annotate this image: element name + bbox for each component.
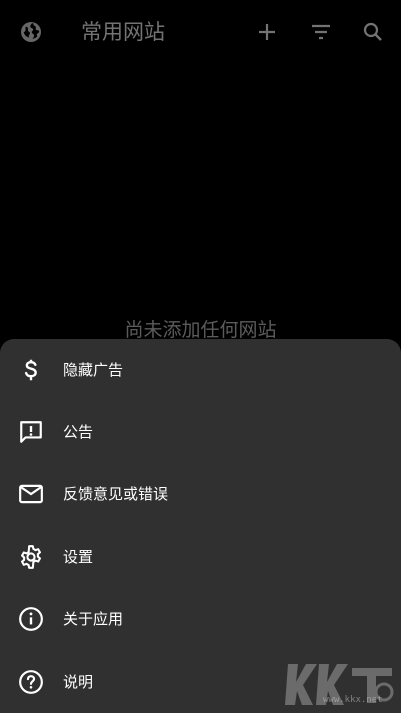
app-window: 常用网站 尚未添加任何网站 隐藏广告 公告 反馈意见或错误 设置 关于应用 说明…: [0, 0, 401, 713]
menu-item-label: 公告: [63, 423, 94, 441]
bottom-sheet-menu: 隐藏广告 公告 反馈意见或错误 设置 关于应用 说明: [0, 339, 401, 713]
menu-item-label: 设置: [63, 548, 94, 566]
menu-item-label: 关于应用: [63, 610, 124, 628]
menu-item-hide-ads[interactable]: 隐藏广告: [0, 339, 401, 401]
announcement-icon: [18, 419, 44, 445]
menu-item-about[interactable]: 关于应用: [0, 588, 401, 650]
menu-item-settings[interactable]: 设置: [0, 526, 401, 588]
dollar-icon: [18, 357, 44, 383]
menu-item-label: 反馈意见或错误: [63, 485, 169, 503]
help-icon: [18, 669, 44, 695]
mail-icon: [18, 481, 44, 507]
gear-icon: [18, 544, 44, 570]
menu-item-label: 说明: [63, 673, 94, 691]
watermark-url: www.kkx.net: [323, 695, 383, 705]
menu-item-label: 隐藏广告: [63, 361, 124, 379]
menu-item-announcement[interactable]: 公告: [0, 401, 401, 463]
menu-item-feedback[interactable]: 反馈意见或错误: [0, 463, 401, 525]
info-icon: [18, 606, 44, 632]
